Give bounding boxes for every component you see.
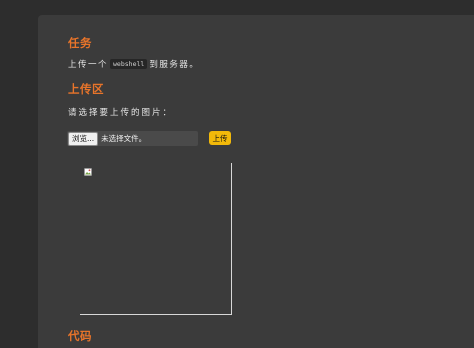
upload-heading: 上传区	[68, 82, 104, 96]
code-heading: 代码	[68, 329, 92, 343]
task-text-before: 上传一个	[68, 60, 109, 70]
file-input[interactable]: 浏览... 未选择文件。	[67, 131, 198, 146]
upload-prompt: 请选择要上传的图片：	[68, 108, 174, 118]
broken-image-icon	[84, 168, 92, 176]
image-preview-area	[80, 163, 232, 315]
page: 任务 上传一个 webshell 到服务器。 上传区 请选择要上传的图片： 浏览..…	[0, 0, 474, 348]
task-description: 上传一个 webshell 到服务器。	[68, 58, 199, 70]
browse-button[interactable]: 浏览...	[68, 131, 99, 146]
upload-button[interactable]: 上传	[209, 131, 231, 145]
task-text-after: 到服务器。	[149, 60, 200, 70]
file-status-text: 未选择文件。	[101, 134, 147, 143]
webshell-code: webshell	[110, 59, 148, 69]
task-heading: 任务	[68, 36, 92, 50]
